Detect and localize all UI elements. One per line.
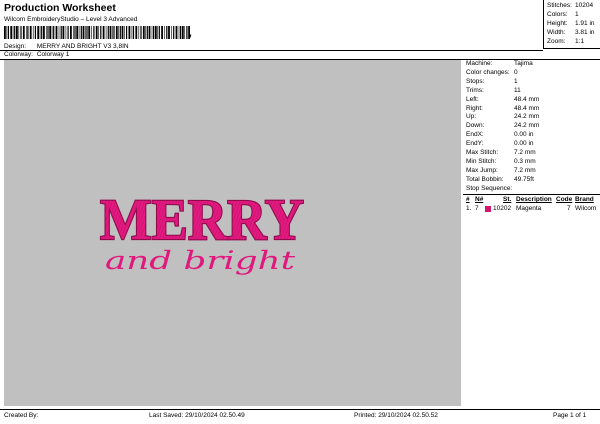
panel-row-label: Min Stitch: <box>466 157 497 165</box>
software-subtitle: Wilcom EmbroideryStudio – Level 3 Advanc… <box>4 16 138 23</box>
col-st: St. <box>503 196 512 203</box>
design-label: Design: <box>4 43 27 50</box>
design-row: Design: MERRY AND BRIGHT V3 3,8IN <box>4 43 129 50</box>
panel-row-value: 11 <box>514 86 521 94</box>
stat-label: Height: <box>547 20 568 27</box>
panel-row-value: 0.00 in <box>514 140 534 148</box>
stat-zoom: Zoom: 1:1 <box>547 38 584 45</box>
page-number: Page 1 of 1 <box>553 412 587 419</box>
seq-stitches: 10202 <box>493 205 512 212</box>
merry-text: MERRY <box>100 187 304 252</box>
panel-row-label: Stops: <box>466 77 485 85</box>
panel-row-label: Trims: <box>466 86 484 94</box>
panel-row: Left: 48.4 mm <box>466 96 539 103</box>
col-n: N# <box>475 196 484 203</box>
thread-color-swatch <box>485 206 491 212</box>
design-name: MERRY AND BRIGHT V3 3,8IN <box>36 43 129 50</box>
seq-brand: Wilcom <box>575 205 597 212</box>
panel-row: Min Stitch: 0.3 mm <box>466 158 536 165</box>
stats-box: Stitches: 10204 Colors: 1 Height: 1.91 in W… <box>543 0 600 49</box>
col-num: # <box>466 196 470 203</box>
panel-row-value: 49.75ft <box>514 175 534 183</box>
panel-row: Machine: Tajima <box>466 60 533 67</box>
panel-row: Max Stitch: 7.2 mm <box>466 149 536 156</box>
stop-sequence-label: Stop Sequence: <box>466 185 513 192</box>
panel-row: Stops: 1 <box>466 78 518 85</box>
stat-label: Colors: <box>547 11 568 18</box>
stat-value: 1.91 in <box>575 20 595 27</box>
panel-row-value: 48.4 mm <box>514 104 540 112</box>
col-code: Code <box>556 196 573 203</box>
panel-row: Color changes: 0 <box>466 69 518 76</box>
stat-width: Width: 3.81 in <box>547 29 595 36</box>
panel-row-value: 7.2 mm <box>514 166 536 174</box>
panel-row: Trims: 11 <box>466 87 521 94</box>
divider <box>0 409 600 410</box>
panel-row: Max Jump: 7.2 mm <box>466 167 536 174</box>
panel-row-label: Down: <box>466 122 485 130</box>
stat-label: Width: <box>547 29 566 36</box>
panel-row-value: 0.00 in <box>514 131 534 139</box>
production-worksheet: Production Worksheet Wilcom EmbroiderySt… <box>0 0 600 424</box>
panel-row-value: 7.2 mm <box>514 149 536 156</box>
panel-row-value: 1 <box>514 77 518 85</box>
panel-row-value: 48.4 mm <box>514 95 540 103</box>
panel-row: Total Bobbin: 49.75ft <box>466 176 534 183</box>
seq-code: 7 <box>567 205 571 212</box>
created-by: Created By: <box>4 412 39 419</box>
panel-row: Right: 48.4 mm <box>466 105 539 112</box>
panel-row: Up: 24.2 mm <box>466 113 539 120</box>
stat-label: Zoom: <box>547 38 566 45</box>
colorway-label: Colorway: <box>4 51 33 58</box>
panel-row-label: EndY: <box>466 140 484 148</box>
embroidery-artwork: MERRY and bright <box>99 186 305 275</box>
panel-row-label: Right: <box>466 104 483 112</box>
stat-colors: Colors: 1 <box>547 11 579 18</box>
barcode-separator: , <box>189 28 192 39</box>
printed-date: Printed: 29/10/2024 02.50.52 <box>354 412 438 419</box>
panel-row-label: EndX: <box>466 131 484 139</box>
panel-row-value: 0 <box>514 68 518 76</box>
panel-row-value: 24.2 mm <box>514 113 540 121</box>
panel-row-label: Color changes: <box>466 68 510 76</box>
barcode <box>4 26 190 39</box>
panel-row-label: Machine: <box>466 60 493 67</box>
page-title: Production Worksheet <box>4 2 116 14</box>
panel-row-value: 24.2 mm <box>514 122 540 130</box>
and-bright-text: and bright <box>105 246 296 275</box>
col-brand: Brand <box>575 196 594 203</box>
panel-row-label: Left: <box>466 95 479 103</box>
stat-value: 10204 <box>575 2 594 9</box>
divider <box>0 50 543 51</box>
panel-row-label: Max Stitch: <box>466 149 499 156</box>
panel-row-label: Max Jump: <box>466 166 498 174</box>
panel-row-label: Up: <box>466 113 477 121</box>
last-saved: Last Saved: 29/10/2024 02.50.49 <box>149 412 245 419</box>
seq-description: Magenta <box>516 205 542 212</box>
stat-value: 3.81 in <box>575 29 595 36</box>
col-desc: Description <box>516 196 552 203</box>
panel-row: EndX: 0.00 in <box>466 131 534 138</box>
panel-row: Down: 24.2 mm <box>466 122 539 129</box>
panel-row-label: Total Bobbin: <box>466 175 504 183</box>
stat-value: 1:1 <box>575 38 585 45</box>
divider <box>463 194 600 195</box>
machine-info-panel: Machine: Tajima Color changes: 0 Stops: 1 Trim… <box>463 60 600 406</box>
colorway-name: Colorway 1 <box>36 51 70 58</box>
stat-stitches: Stitches: 10204 <box>547 2 593 9</box>
panel-row: EndY: 0.00 in <box>466 140 534 147</box>
panel-row-value: 0.3 mm <box>514 157 536 165</box>
seq-num: 1. <box>466 205 472 212</box>
colorway-row: Colorway: Colorway 1 <box>4 51 69 58</box>
panel-row-value: Tajima <box>514 60 533 67</box>
stat-value: 1 <box>575 11 579 18</box>
stat-label: Stitches: <box>547 2 572 9</box>
seq-n: 7 <box>475 205 479 212</box>
stat-height: Height: 1.91 in <box>547 20 595 27</box>
design-preview[interactable]: MERRY and bright <box>4 60 461 406</box>
